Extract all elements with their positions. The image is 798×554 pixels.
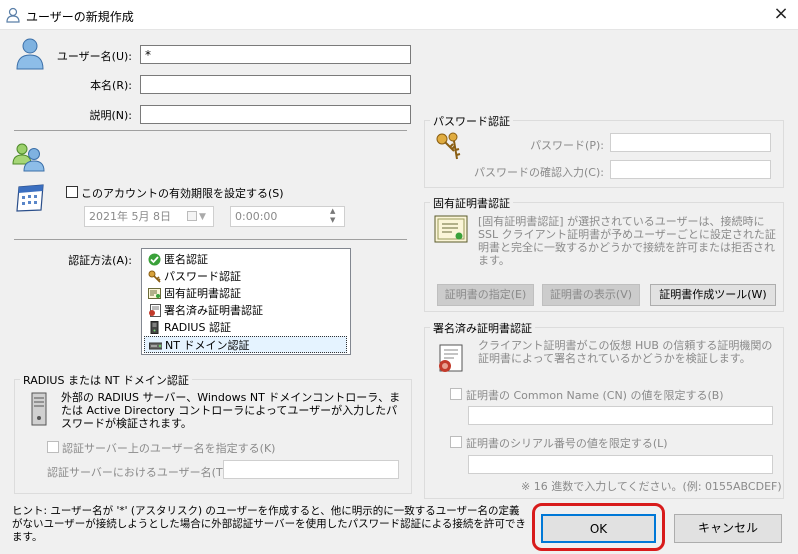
cn-checkbox-label[interactable]: 証明書の Common Name (CN) の値を限定する(B)	[466, 387, 724, 403]
note-input[interactable]	[140, 105, 411, 124]
divider	[14, 130, 407, 131]
calendar-icon	[16, 184, 44, 212]
radius-description: 外部の RADIUS サーバー、Windows NT ドメインコントローラ、また…	[61, 391, 401, 430]
auth-method-label-text: 固有証明書認証	[164, 287, 241, 300]
certificate-tool-button[interactable]: 証明書作成ツール(W)	[650, 284, 776, 306]
user-icon	[6, 7, 20, 23]
serial-input[interactable]	[468, 455, 773, 474]
certificate-group-title: 固有証明書認証	[430, 195, 513, 211]
expiry-time-picker[interactable]: 0:00:00 ▲ ▼	[230, 206, 345, 227]
spinner-down-icon[interactable]: ▼	[330, 216, 335, 225]
auth-method-label-text: RADIUS 認証	[164, 321, 231, 334]
certificate-description: [固有証明書認証] が選択されているユーザーは、接続時に SSL クライアント証…	[478, 215, 776, 267]
password-confirm-label: パスワードの確認入力(C):	[474, 166, 604, 179]
auth-method-label-text: 匿名認証	[164, 253, 208, 266]
serial-checkbox-label[interactable]: 証明書のシリアル番号の値を限定する(L)	[466, 435, 668, 451]
auth-method-label-text: NT ドメイン認証	[165, 339, 250, 352]
radius-server-user-input[interactable]	[223, 460, 399, 479]
radius-username-checkbox-label[interactable]: 認証サーバー上のユーザー名を指定する(K)	[62, 440, 275, 456]
server-icon	[31, 392, 47, 426]
serial-checkbox[interactable]	[450, 436, 462, 448]
divider	[14, 239, 407, 240]
cn-checkbox[interactable]	[450, 388, 462, 400]
check-icon	[148, 253, 161, 266]
auth-method-signed-certificate[interactable]: 署名済み証明書認証	[144, 302, 347, 319]
password-confirm-input[interactable]	[610, 160, 771, 179]
username-input[interactable]: *	[140, 45, 411, 64]
certificate-view-button[interactable]: 証明書の表示(V)	[542, 284, 640, 306]
date-check-box	[187, 211, 197, 221]
server-icon	[150, 321, 159, 334]
auth-method-radius[interactable]: RADIUS 認証	[144, 319, 347, 336]
auth-method-anonymous[interactable]: 匿名認証	[144, 251, 347, 268]
username-label: ユーザー名(U):	[56, 50, 132, 63]
password-label: パスワード(P):	[530, 139, 604, 152]
auth-method-label-text: パスワード認証	[164, 270, 241, 283]
signed-certificate-icon	[439, 344, 463, 372]
cancel-button[interactable]: キャンセル	[674, 514, 782, 543]
ok-button[interactable]: OK	[541, 514, 656, 543]
signed-certificate-icon	[149, 304, 161, 317]
hex-note: ※ 16 進数で入力してください。(例: 0155ABCDEF)	[521, 480, 782, 493]
group-users-icon	[12, 143, 45, 172]
expiry-date-picker[interactable]: 2021年 5月 8日 ▼	[84, 206, 214, 227]
close-button[interactable]: ×	[770, 4, 792, 26]
radius-server-user-label: 認証サーバーにおけるユーザー名(T):	[47, 466, 231, 479]
realname-input[interactable]	[140, 75, 411, 94]
radius-username-checkbox[interactable]	[47, 441, 59, 453]
domain-icon	[149, 342, 162, 350]
auth-method-label-text: 署名済み証明書認証	[164, 304, 263, 317]
certificate-icon	[434, 215, 468, 243]
hint-text: ヒント: ユーザー名が '*' (アスタリスク) のユーザーを作成すると、他に明…	[12, 505, 526, 543]
window-title: ユーザーの新規作成	[26, 10, 134, 24]
signed-certificate-group-title: 署名済み証明書認証	[430, 320, 535, 336]
expiry-checkbox-label[interactable]: このアカウントの有効期限を設定する(S)	[81, 185, 284, 201]
auth-method-nt-domain[interactable]: NT ドメイン認証	[144, 336, 347, 353]
auth-method-list[interactable]: 匿名認証 パスワード認証 固有証明書認証 署名済み証明書認証 RADIUS 認証…	[141, 248, 351, 355]
chevron-down-icon: ▼	[199, 212, 206, 222]
expiry-checkbox[interactable]	[66, 186, 78, 198]
note-label: 説明(N):	[89, 109, 132, 122]
cn-input[interactable]	[468, 406, 773, 425]
auth-method-password[interactable]: パスワード認証	[144, 268, 347, 285]
auth-method-label: 認証方法(A):	[68, 254, 132, 267]
spinner-up-icon[interactable]: ▲	[330, 207, 335, 216]
expiry-time-value: 0:00:00	[235, 210, 278, 223]
password-input[interactable]	[610, 133, 771, 152]
key-icon	[148, 270, 161, 283]
auth-method-certificate[interactable]: 固有証明書認証	[144, 285, 347, 302]
radius-group-title: RADIUS または NT ドメイン認証	[20, 372, 192, 388]
expiry-date-value: 2021年 5月 8日	[89, 210, 171, 223]
realname-label: 本名(R):	[90, 79, 132, 92]
password-group-title: パスワード認証	[430, 113, 513, 129]
title-bar: ユーザーの新規作成 ×	[0, 0, 798, 30]
certificate-specify-button[interactable]: 証明書の指定(E)	[437, 284, 534, 306]
signed-certificate-description: クライアント証明書がこの仮想 HUB の信頼する証明機関の証明書によって署名され…	[478, 339, 773, 365]
certificate-icon	[148, 288, 161, 299]
